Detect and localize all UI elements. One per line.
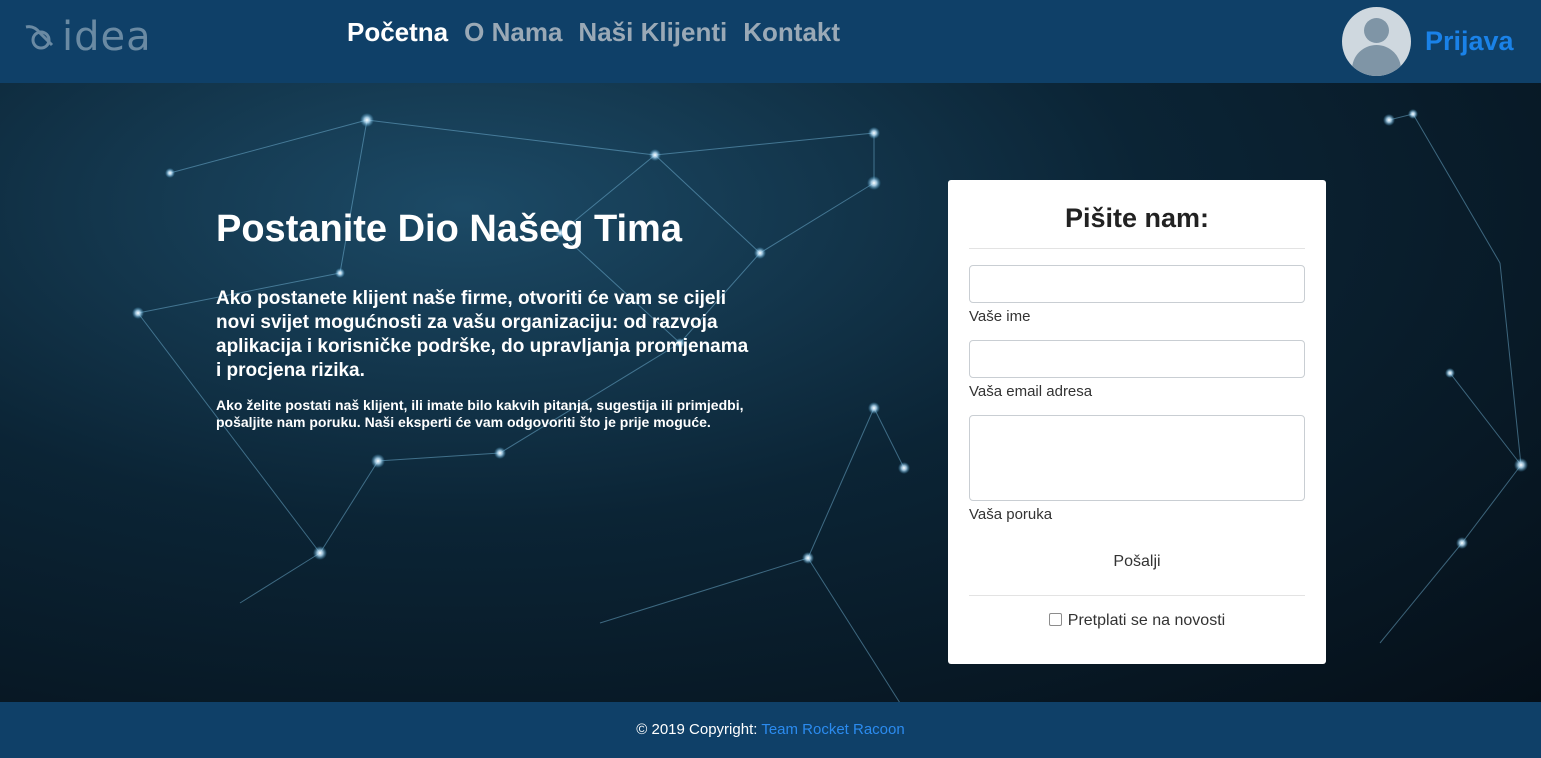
nav-item-nasi-klijenti[interactable]: Naši Klijenti: [578, 17, 727, 48]
login-link[interactable]: Prijava: [1425, 26, 1514, 57]
nav-item-pocetna[interactable]: Početna: [347, 17, 448, 48]
message-textarea[interactable]: [969, 415, 1305, 501]
hero-text: Postanite Dio Našeg Tima Ako postanete k…: [216, 208, 756, 431]
email-label: Vaša email adresa: [969, 383, 1093, 400]
hero-lead: Ako postanete klijent naše firme, otvori…: [216, 288, 749, 381]
logo-icon: [25, 25, 54, 50]
subscribe-checkbox[interactable]: [1048, 613, 1062, 626]
divider: [969, 595, 1305, 596]
subscribe-label[interactable]: Pretplati se na novosti: [1068, 612, 1225, 629]
avatar[interactable]: [1342, 7, 1411, 76]
copyright-text: © 2019 Copyright:: [636, 721, 758, 738]
main-nav: Početna O Nama Naši Klijenti Kontakt: [347, 17, 840, 48]
submit-button[interactable]: Pošalji: [1107, 552, 1166, 572]
message-label: Vaša poruka: [969, 506, 1053, 523]
hero-description: Ako želite postati naš klijent, ili imat…: [216, 397, 744, 430]
subscribe-option: Pretplati se na novosti: [969, 612, 1305, 630]
avatar-head-shape: [1364, 18, 1389, 43]
divider: [969, 248, 1305, 249]
email-input[interactable]: [969, 340, 1305, 378]
avatar-body-shape: [1352, 45, 1401, 76]
nav-item-o-nama[interactable]: O Nama: [464, 17, 562, 48]
logo[interactable]: idea: [24, 14, 152, 60]
nav-item-kontakt[interactable]: Kontakt: [743, 17, 840, 48]
logo-text: idea: [62, 14, 152, 60]
footer: © 2019 Copyright: Team Rocket Racoon: [0, 702, 1541, 758]
name-label: Vaše ime: [969, 308, 1031, 325]
contact-form-title: Pišite nam:: [1064, 203, 1210, 233]
team-link[interactable]: Team Rocket Racoon: [761, 721, 904, 738]
name-input[interactable]: [969, 265, 1305, 303]
top-navbar: idea Početna O Nama Naši Klijenti Kontak…: [0, 0, 1541, 83]
user-area: Prijava: [1342, 7, 1514, 76]
contact-form-card: Pišite nam: Vaše ime Vaša email adresa V…: [948, 180, 1326, 664]
hero-title: Postanite Dio Našeg Tima: [216, 208, 682, 250]
hero-section: Postanite Dio Našeg Tima Ako postanete k…: [0, 83, 1541, 702]
